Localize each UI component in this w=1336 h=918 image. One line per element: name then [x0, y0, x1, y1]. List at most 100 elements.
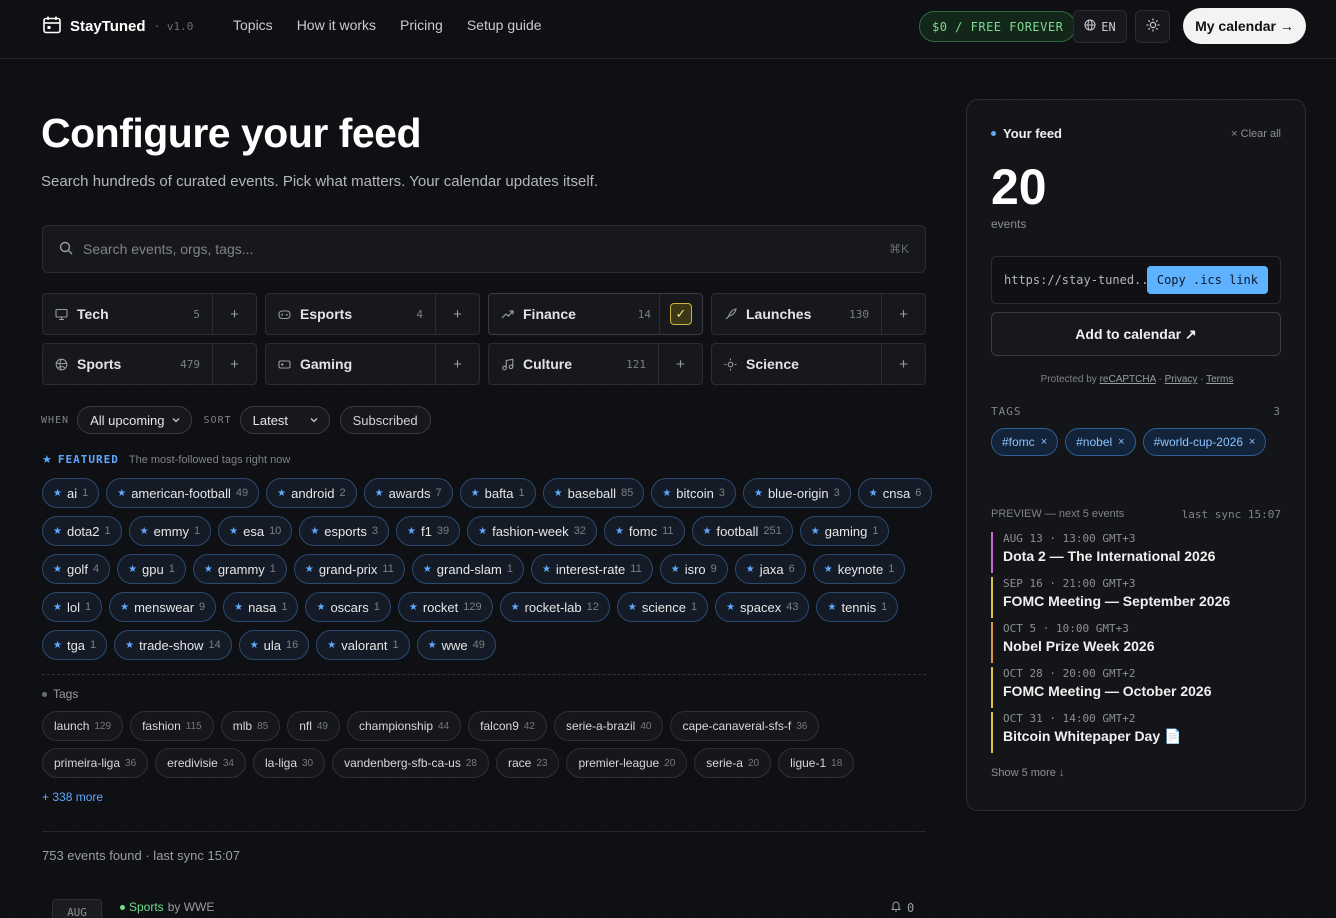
tag-chip[interactable]: la-liga 30 — [252, 748, 326, 778]
feed-tag-chip[interactable]: #nobel × — [1065, 428, 1136, 456]
close-icon[interactable]: × — [1041, 436, 1047, 448]
preview-item[interactable]: OCT 28 · 20:00 GMT+2 FOMC Meeting — Octob… — [991, 667, 1281, 708]
clear-all-button[interactable]: × Clear all — [1231, 128, 1281, 140]
tag-chip[interactable]: serie-a 20 — [694, 748, 772, 778]
tag-chip[interactable]: launch 129 — [42, 711, 124, 741]
tag-chip[interactable]: fashion 115 — [130, 711, 214, 741]
preview-item[interactable]: SEP 16 · 21:00 GMT+3 FOMC Meeting — Septe… — [991, 577, 1281, 618]
add-category-button[interactable]: + — [435, 294, 479, 334]
category-finance[interactable]: Finance 14 ✓ — [488, 293, 703, 335]
featured-tag[interactable]: ★ valorant 1 — [316, 630, 410, 660]
event-row[interactable]: AUG Sports by WWE 0 — [42, 890, 926, 918]
close-icon[interactable]: × — [1118, 436, 1124, 448]
category-esports[interactable]: Esports 4 + — [265, 293, 480, 335]
featured-tag[interactable]: ★ interest-rate 11 — [530, 554, 653, 584]
tag-chip[interactable]: vandenberg-sfb-ca-us 28 — [332, 748, 489, 778]
add-category-button[interactable]: + — [881, 294, 925, 334]
tag-chip[interactable]: cape-canaveral-sfs-f 36 — [670, 711, 820, 741]
category-checked-button[interactable]: ✓ — [670, 303, 692, 325]
add-category-button[interactable]: + — [881, 344, 925, 384]
featured-tag[interactable]: ★ spacex 43 — [715, 592, 810, 622]
featured-tag[interactable]: ★ trade-show 14 — [114, 630, 232, 660]
featured-tag[interactable]: ★ tga 1 — [42, 630, 108, 660]
featured-tag[interactable]: ★ cnsa 6 — [857, 478, 933, 508]
featured-tag[interactable]: ★ dota2 1 — [42, 516, 122, 546]
featured-tag[interactable]: ★ grand-slam 1 — [411, 554, 524, 584]
preview-item[interactable]: OCT 5 · 10:00 GMT+3 Nobel Prize Week 2026 — [991, 622, 1281, 663]
tag-chip[interactable]: race 23 — [495, 748, 560, 778]
featured-tag[interactable]: ★ bafta 1 — [459, 478, 536, 508]
nav-topics[interactable]: Topics — [233, 17, 273, 33]
add-to-calendar-button[interactable]: Add to calendar ↗ — [991, 312, 1281, 356]
recaptcha-link[interactable]: reCAPTCHA — [1100, 374, 1156, 385]
sort-select[interactable]: Latest — [239, 406, 330, 434]
category-launches[interactable]: Launches 130 + — [711, 293, 926, 335]
event-subscribe-button[interactable]: 0 — [890, 900, 914, 915]
category-sports[interactable]: Sports 479 + — [42, 343, 257, 385]
featured-tag[interactable]: ★ rocket 129 — [397, 592, 493, 622]
featured-tag[interactable]: ★ blue-origin 3 — [742, 478, 851, 508]
featured-tag[interactable]: ★ football 251 — [691, 516, 793, 546]
featured-tag[interactable]: ★ esports 3 — [299, 516, 390, 546]
theme-toggle[interactable] — [1135, 10, 1170, 43]
featured-tag[interactable]: ★ science 1 — [616, 592, 709, 622]
category-gaming[interactable]: Gaming + — [265, 343, 480, 385]
featured-tag[interactable]: ★ bitcoin 3 — [651, 478, 736, 508]
featured-tag[interactable]: ★ awards 7 — [363, 478, 453, 508]
featured-tag[interactable]: ★ golf 4 — [42, 554, 111, 584]
add-category-button[interactable]: + — [212, 344, 256, 384]
featured-tag[interactable]: ★ jaxa 6 — [734, 554, 806, 584]
featured-tag[interactable]: ★ wwe 49 — [416, 630, 496, 660]
featured-tag[interactable]: ★ fashion-week 32 — [467, 516, 597, 546]
tag-chip[interactable]: mlb 85 — [220, 711, 281, 741]
featured-tag[interactable]: ★ esa 10 — [218, 516, 293, 546]
show-more-preview-link[interactable]: Show 5 more ↓ — [991, 767, 1064, 779]
featured-tag[interactable]: ★ f1 39 — [396, 516, 461, 546]
featured-tag[interactable]: ★ rocket-lab 12 — [499, 592, 610, 622]
search-input[interactable] — [83, 241, 889, 257]
tag-chip[interactable]: championship 44 — [347, 711, 462, 741]
featured-tag[interactable]: ★ isro 9 — [659, 554, 728, 584]
featured-tag[interactable]: ★ menswear 9 — [109, 592, 217, 622]
tag-chip[interactable]: premier-league 20 — [566, 748, 688, 778]
featured-tag[interactable]: ★ android 2 — [266, 478, 357, 508]
nav-pricing[interactable]: Pricing — [400, 17, 443, 33]
tag-chip[interactable]: serie-a-brazil 40 — [554, 711, 664, 741]
featured-tag[interactable]: ★ lol 1 — [42, 592, 103, 622]
featured-tag[interactable]: ★ keynote 1 — [812, 554, 906, 584]
subscribed-filter-button[interactable]: Subscribed — [339, 406, 431, 434]
preview-item[interactable]: OCT 31 · 14:00 GMT+2 Bitcoin Whitepaper D… — [991, 712, 1281, 753]
close-icon[interactable]: × — [1249, 436, 1255, 448]
nav-how-it-works[interactable]: How it works — [297, 17, 376, 33]
featured-tag[interactable]: ★ ula 16 — [238, 630, 310, 660]
tag-chip[interactable]: eredivisie 34 — [155, 748, 246, 778]
brand[interactable]: StayTuned · v1.0 — [42, 15, 193, 38]
add-category-button[interactable]: + — [212, 294, 256, 334]
feed-tag-chip[interactable]: #fomc × — [991, 428, 1059, 456]
category-tech[interactable]: Tech 5 + — [42, 293, 257, 335]
featured-tag[interactable]: ★ ai 1 — [42, 478, 100, 508]
featured-tag[interactable]: ★ nasa 1 — [223, 592, 299, 622]
my-calendar-button[interactable]: My calendar → — [1183, 8, 1306, 44]
tag-chip[interactable]: ligue-1 18 — [778, 748, 855, 778]
copy-ics-button[interactable]: Copy .ics link — [1146, 266, 1268, 294]
featured-tag[interactable]: ★ baseball 85 — [542, 478, 645, 508]
preview-item[interactable]: AUG 13 · 13:00 GMT+3 Dota 2 — The Interna… — [991, 532, 1281, 573]
privacy-link[interactable]: Privacy — [1165, 374, 1198, 385]
language-button[interactable]: EN — [1073, 10, 1127, 43]
tag-chip[interactable]: falcon9 42 — [468, 711, 547, 741]
when-select[interactable]: All upcoming — [77, 406, 192, 434]
featured-tag[interactable]: ★ oscars 1 — [305, 592, 391, 622]
tag-chip[interactable]: nfl 49 — [287, 711, 340, 741]
featured-tag[interactable]: ★ tennis 1 — [816, 592, 899, 622]
add-category-button[interactable]: + — [658, 344, 702, 384]
nav-setup-guide[interactable]: Setup guide — [467, 17, 542, 33]
featured-tag[interactable]: ★ american-football 49 — [106, 478, 260, 508]
tag-chip[interactable]: primeira-liga 36 — [42, 748, 149, 778]
category-culture[interactable]: Culture 121 + — [488, 343, 703, 385]
featured-tag[interactable]: ★ grand-prix 11 — [293, 554, 405, 584]
terms-link[interactable]: Terms — [1206, 374, 1233, 385]
ics-url[interactable]: https://stay-tuned... — [1004, 273, 1147, 287]
featured-tag[interactable]: ★ emmy 1 — [128, 516, 212, 546]
category-science[interactable]: Science + — [711, 343, 926, 385]
